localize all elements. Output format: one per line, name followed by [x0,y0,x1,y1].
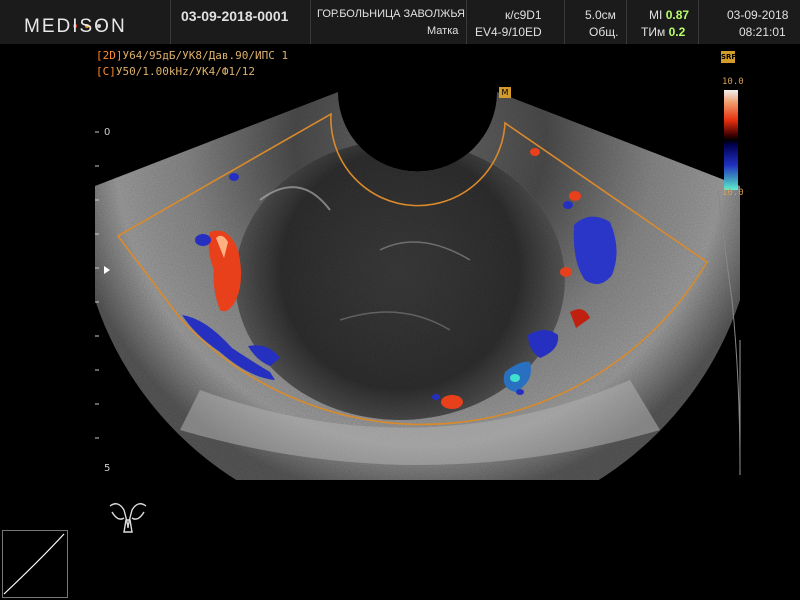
date-value: 03-09-2018 [727,8,789,22]
depth-cell: 5.0см Общ. [564,0,627,44]
gray-map-box [2,530,68,598]
index-cell: MI 0.87 ТИм 0.2 [626,0,699,44]
depth-label-bottom: 5 [104,463,111,474]
uterus-pictogram-icon [109,503,147,533]
tim-value: 0.2 [668,25,686,39]
probe-cell: к/с9D1 EV4-9/10ED [466,0,565,44]
patient-id: 03-09-2018-0001 [181,8,289,24]
mode-value: Общ. [589,25,619,39]
color-scale-bar [724,90,738,190]
mi-label: MI [649,8,663,22]
probe-mode: EV4-9/10ED [475,25,542,39]
probe-name: к/с9D1 [505,8,542,22]
header-bar: MEDISON 03-09-2018-0001 ГОР.БОЛЬНИЦА ЗАВ… [0,0,800,44]
tim-label: ТИм [641,25,666,39]
patient-cell: 03-09-2018-0001 [170,0,311,44]
datetime-cell: 03-09-2018 08:21:01 [698,0,800,44]
preset-name: Матка [427,25,459,37]
mi-value: 0.87 [665,8,690,22]
mi-row: MI 0.87 [649,8,689,22]
medison-logo: MEDISON [24,16,127,37]
depth-label-top: 0 [104,127,111,138]
roi-marker-button[interactable]: M [499,87,511,98]
hospital-cell: ГОР.БОЛЬНИЦА ЗАВОЛЖЬЯ Матка [310,0,467,44]
color-scale-max: 10.0 [722,77,744,87]
color-scale-min: 10.0 [722,188,744,198]
srf-badge: SRF [721,51,737,63]
tim-row: ТИм 0.2 [641,25,685,39]
ultrasound-image [3,88,741,595]
depth-value: 5.0см [585,8,616,22]
hospital-name: ГОР.БОЛЬНИЦА ЗАВОЛЖЬЯ [317,8,465,20]
time-value: 08:21:01 [739,25,786,39]
